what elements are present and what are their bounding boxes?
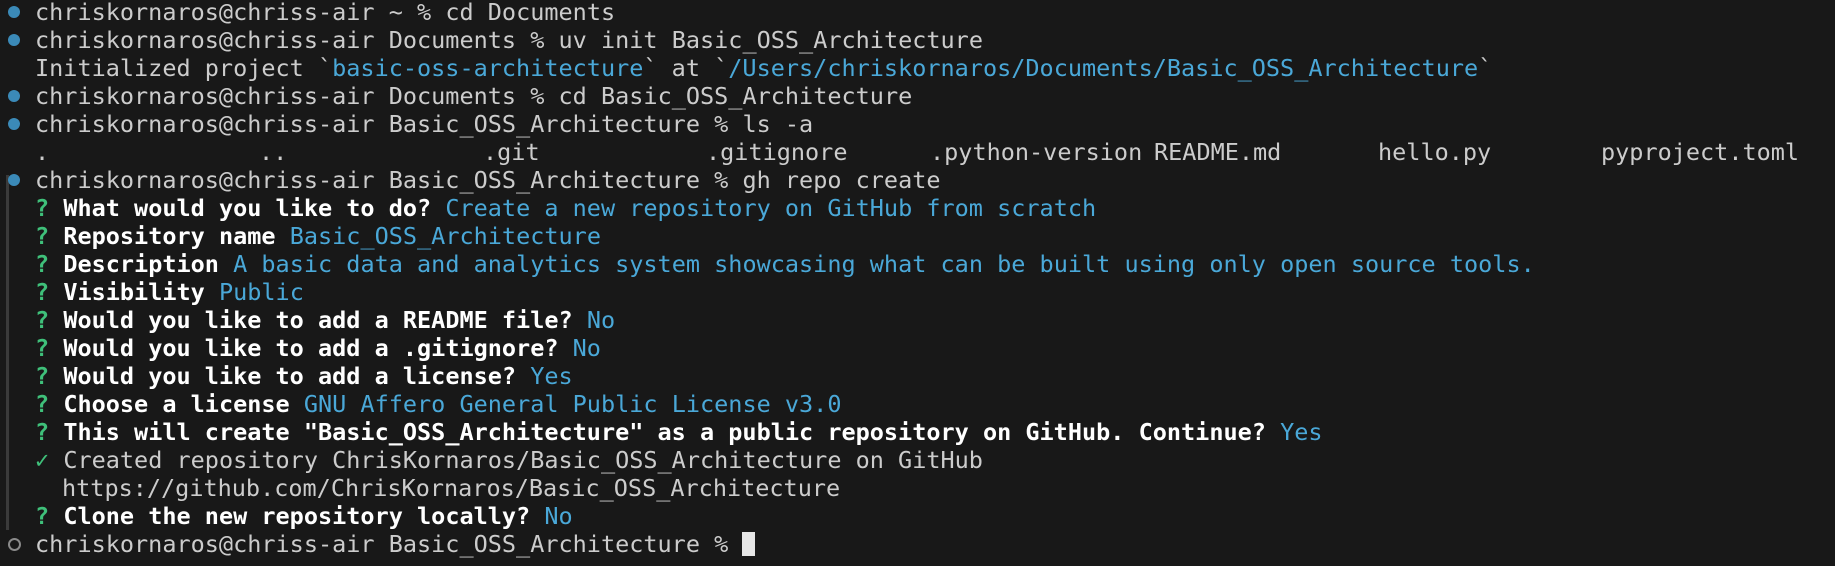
pending-command-dot-icon — [8, 538, 21, 551]
command-status-dot-icon[interactable] — [8, 174, 20, 186]
question-mark-icon: ? — [35, 418, 50, 446]
terminal-line: chriskornaros@chriss-air Documents % cd … — [0, 82, 912, 110]
checkmark-icon: ✓ — [35, 446, 50, 474]
gh-result-line: ✓ Created repository ChrisKornaros/Basic… — [0, 446, 983, 474]
question-mark-icon: ? — [35, 334, 50, 362]
uv-output-mid: ` at ` — [643, 54, 729, 82]
gh-answer: Create a new repository on GitHub from s… — [445, 194, 1097, 222]
gh-prompt-line: ? Would you like to add a license? Yes — [0, 362, 573, 390]
gh-question: Visibility — [63, 278, 205, 306]
prompt-host: chriskornaros@chriss-air — [35, 110, 375, 138]
ls-entry: .. — [259, 138, 288, 166]
prompt-dir: ~ — [388, 0, 403, 26]
gh-answer: GNU Affero General Public License v3.0 — [303, 390, 842, 418]
command-text: cd Basic_OSS_Architecture — [558, 82, 913, 110]
gh-question: Repository name — [63, 222, 276, 250]
repo-url[interactable]: https://github.com/ChrisKornaros/Basic_O… — [62, 474, 840, 502]
gh-question: Would you like to add a README file? — [63, 306, 573, 334]
gh-prompt-line: ? Would you like to add a README file? N… — [0, 306, 615, 334]
ls-entry: .python-version — [930, 138, 1143, 166]
gh-prompt-line: ? Repository name Basic_OSS_Architecture — [0, 222, 601, 250]
question-mark-icon: ? — [35, 502, 50, 530]
command-text: ls -a — [742, 110, 814, 138]
gh-question: What would you like to do? — [63, 194, 432, 222]
terminal-line: chriskornaros@chriss-air Documents % uv … — [0, 26, 983, 54]
ls-entry: . — [35, 138, 50, 166]
ls-entry: hello.py — [1378, 138, 1492, 166]
ls-entry: .gitignore — [706, 138, 848, 166]
question-mark-icon: ? — [35, 362, 50, 390]
gh-answer: Yes — [1280, 418, 1323, 446]
command-status-dot-icon[interactable] — [8, 6, 20, 18]
prompt-dir: Basic_OSS_Architecture — [388, 110, 700, 138]
prompt-dir: Basic_OSS_Architecture — [388, 166, 700, 194]
prompt-dir: Documents — [388, 26, 517, 54]
uv-output-suffix: ` — [1478, 54, 1493, 82]
prompt-dir: Documents — [388, 82, 517, 110]
gh-answer: No — [586, 306, 616, 334]
prompt-symbol: % — [714, 110, 729, 138]
prompt-symbol: % — [714, 166, 729, 194]
prompt-symbol: % — [417, 0, 432, 26]
prompt-dir: Basic_OSS_Architecture — [388, 530, 700, 558]
terminal-window[interactable]: chriskornaros@chriss-air ~ % cd Document… — [0, 0, 1835, 566]
question-mark-icon: ? — [35, 390, 50, 418]
gh-question: Choose a license — [63, 390, 290, 418]
prompt-symbol: % — [714, 530, 729, 558]
command-text: cd Documents — [445, 0, 616, 26]
prompt-symbol: % — [530, 26, 545, 54]
gh-prompt-line: ? Would you like to add a .gitignore? No — [0, 334, 601, 362]
gh-question: This will create "Basic_OSS_Architecture… — [63, 418, 1266, 446]
command-status-dot-icon[interactable] — [8, 90, 20, 102]
gh-answer: Public — [218, 278, 304, 306]
gh-answer: No — [544, 502, 573, 530]
gh-question: Description — [63, 250, 219, 278]
question-mark-icon: ? — [35, 250, 50, 278]
question-mark-icon: ? — [35, 306, 50, 334]
ls-output-row: . .. .git .gitignore .python-version REA… — [0, 138, 1835, 166]
gh-answer: Yes — [530, 362, 573, 390]
gh-question: Would you like to add a .gitignore? — [63, 334, 559, 362]
prompt-host: chriskornaros@chriss-air — [35, 0, 375, 26]
prompt-symbol: % — [530, 82, 545, 110]
command-status-dot-icon[interactable] — [8, 34, 20, 46]
prompt-host: chriskornaros@chriss-air — [35, 26, 375, 54]
terminal-line: chriskornaros@chriss-air ~ % cd Document… — [0, 0, 615, 26]
command-status-dot-icon[interactable] — [8, 118, 20, 130]
gh-answer: A basic data and analytics system showca… — [233, 250, 1535, 278]
terminal-line: Initialized project `basic-oss-architect… — [0, 54, 1492, 82]
text-cursor[interactable] — [742, 532, 756, 556]
uv-output-prefix: Initialized project ` — [35, 54, 333, 82]
uv-output-path: /Users/chriskornaros/Documents/Basic_OSS… — [728, 54, 1479, 82]
question-mark-icon: ? — [35, 278, 50, 306]
gh-result-line: https://github.com/ChrisKornaros/Basic_O… — [0, 474, 840, 502]
gh-prompt-line: ? Visibility Public — [0, 278, 304, 306]
gh-answer: Basic_OSS_Architecture — [289, 222, 601, 250]
command-text: uv init Basic_OSS_Architecture — [558, 26, 983, 54]
active-prompt-line[interactable]: chriskornaros@chriss-air Basic_OSS_Archi… — [0, 530, 756, 558]
gh-question: Would you like to add a license? — [63, 362, 517, 390]
gh-answer: No — [572, 334, 601, 362]
ls-entry: .git — [483, 138, 540, 166]
gh-prompt-line: ? This will create "Basic_OSS_Architectu… — [0, 418, 1323, 446]
gh-prompt-line: ? Description A basic data and analytics… — [0, 250, 1535, 278]
gh-prompt-line: ? Choose a license GNU Affero General Pu… — [0, 390, 841, 418]
command-text: gh repo create — [742, 166, 941, 194]
question-mark-icon: ? — [35, 194, 50, 222]
terminal-line: chriskornaros@chriss-air Basic_OSS_Archi… — [0, 110, 813, 138]
uv-output-project: basic-oss-architecture — [332, 54, 644, 82]
question-mark-icon: ? — [35, 222, 50, 250]
gh-created-text: Created repository ChrisKornaros/Basic_O… — [63, 446, 983, 474]
ls-entry: README.md — [1154, 138, 1282, 166]
prompt-host: chriskornaros@chriss-air — [35, 82, 375, 110]
terminal-line: chriskornaros@chriss-air Basic_OSS_Archi… — [0, 166, 941, 194]
prompt-host: chriskornaros@chriss-air — [35, 166, 375, 194]
gh-question: Clone the new repository locally? — [63, 502, 531, 530]
gh-prompt-line: ? What would you like to do? Create a ne… — [0, 194, 1096, 222]
ls-entry: pyproject.toml — [1601, 138, 1800, 166]
prompt-host: chriskornaros@chriss-air — [35, 530, 375, 558]
gh-prompt-line: ? Clone the new repository locally? No — [0, 502, 573, 530]
